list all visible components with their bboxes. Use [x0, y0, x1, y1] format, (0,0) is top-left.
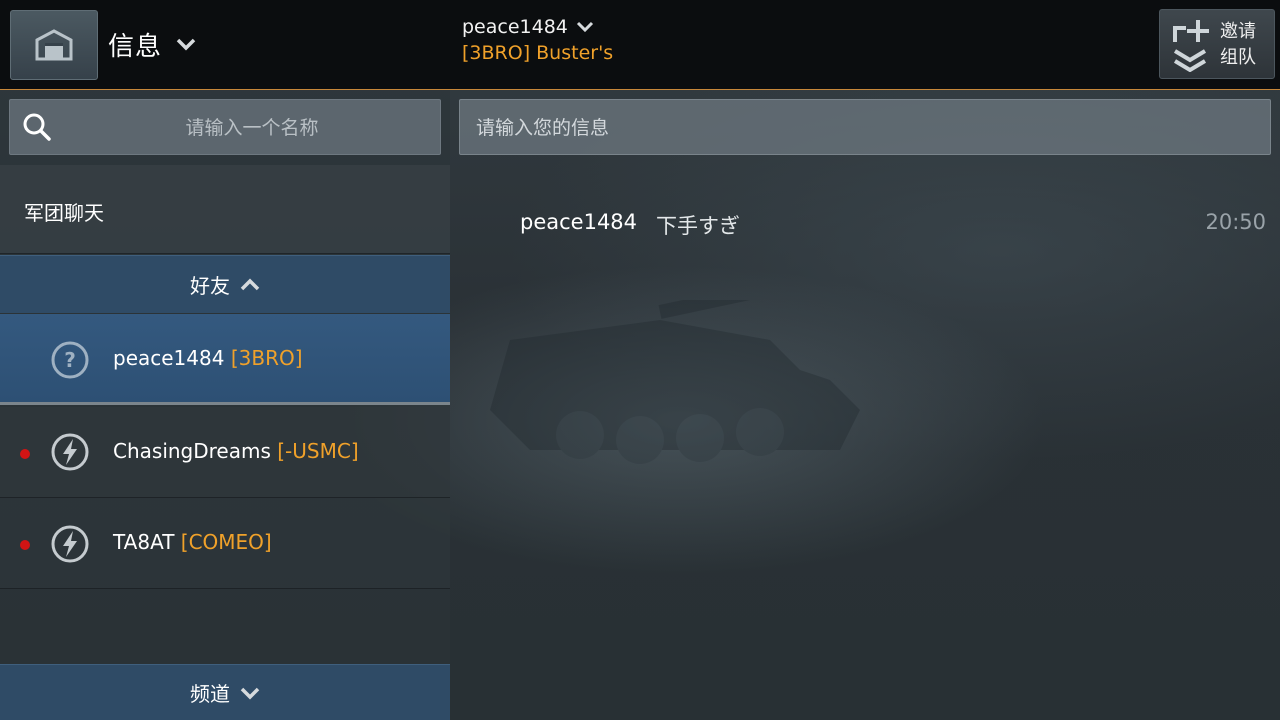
garage-home-button[interactable]	[10, 10, 98, 80]
page-title-menu[interactable]: 信息	[108, 22, 196, 66]
chevron-down-icon	[176, 38, 196, 51]
friend-clan-tag: [-USMC]	[277, 439, 359, 463]
background-tank-image	[490, 300, 860, 464]
page-title: 信息	[108, 31, 163, 62]
top-bar: 信息 peace1484 [3BRO] Buster's 邀请 组队	[0, 0, 1280, 90]
friend-row[interactable]: ? peace1484 [3BRO]	[0, 314, 450, 405]
clan-chat-item[interactable]: 军团聊天	[0, 165, 450, 254]
friend-clan-tag: [COMEO]	[180, 530, 272, 554]
contacts-sidebar: 军团聊天 好友 ? peace1484 [3BRO] ChasingDreams…	[0, 90, 450, 720]
invite-platoon-icon	[1173, 20, 1209, 72]
contact-search[interactable]	[9, 99, 441, 156]
chat-recipient-name: peace1484	[462, 16, 568, 38]
friends-section-label: 好友	[190, 274, 230, 298]
garage-icon	[35, 29, 73, 61]
chevron-down-icon	[576, 21, 593, 33]
message-time: 20:50	[1205, 210, 1266, 234]
friend-row[interactable]: ChasingDreams [-USMC]	[0, 407, 450, 498]
message-sender: peace1484	[520, 210, 638, 234]
chat-message: peace1484 下手すぎ 20:50	[520, 210, 1266, 242]
chat-recipient-clan: [3BRO] Buster's	[462, 42, 614, 64]
search-icon	[23, 113, 51, 141]
friend-clan-tag: [3BRO]	[230, 346, 303, 370]
status-dot	[20, 449, 30, 459]
friend-row[interactable]: TA8AT [COMEO]	[0, 498, 450, 589]
friend-name-label: peace1484 [3BRO]	[113, 346, 303, 370]
friend-name-label: ChasingDreams [-USMC]	[113, 439, 359, 463]
channels-section-label: 频道	[190, 682, 230, 706]
svg-text:?: ?	[64, 348, 76, 372]
message-text: 下手すぎ	[656, 214, 740, 238]
lightning-icon	[51, 433, 89, 471]
chevron-up-icon	[240, 278, 260, 290]
message-compose[interactable]	[459, 99, 1271, 156]
status-dot	[20, 540, 30, 550]
lightning-icon	[51, 525, 89, 563]
invite-label: 邀请 组队	[1220, 21, 1256, 68]
clan-chat-label: 军团聊天	[24, 201, 104, 225]
message-input[interactable]	[474, 100, 1258, 156]
invite-platoon-button[interactable]: 邀请 组队	[1159, 9, 1275, 79]
friends-section-toggle[interactable]: 好友	[0, 255, 450, 313]
chat-header[interactable]: peace1484 [3BRO] Buster's	[462, 16, 613, 64]
channels-section-toggle[interactable]: 频道	[0, 664, 450, 720]
friend-name-label: TA8AT [COMEO]	[113, 530, 272, 554]
question-icon: ?	[51, 341, 89, 379]
contact-search-input[interactable]	[70, 100, 434, 156]
chevron-down-icon	[240, 687, 260, 699]
